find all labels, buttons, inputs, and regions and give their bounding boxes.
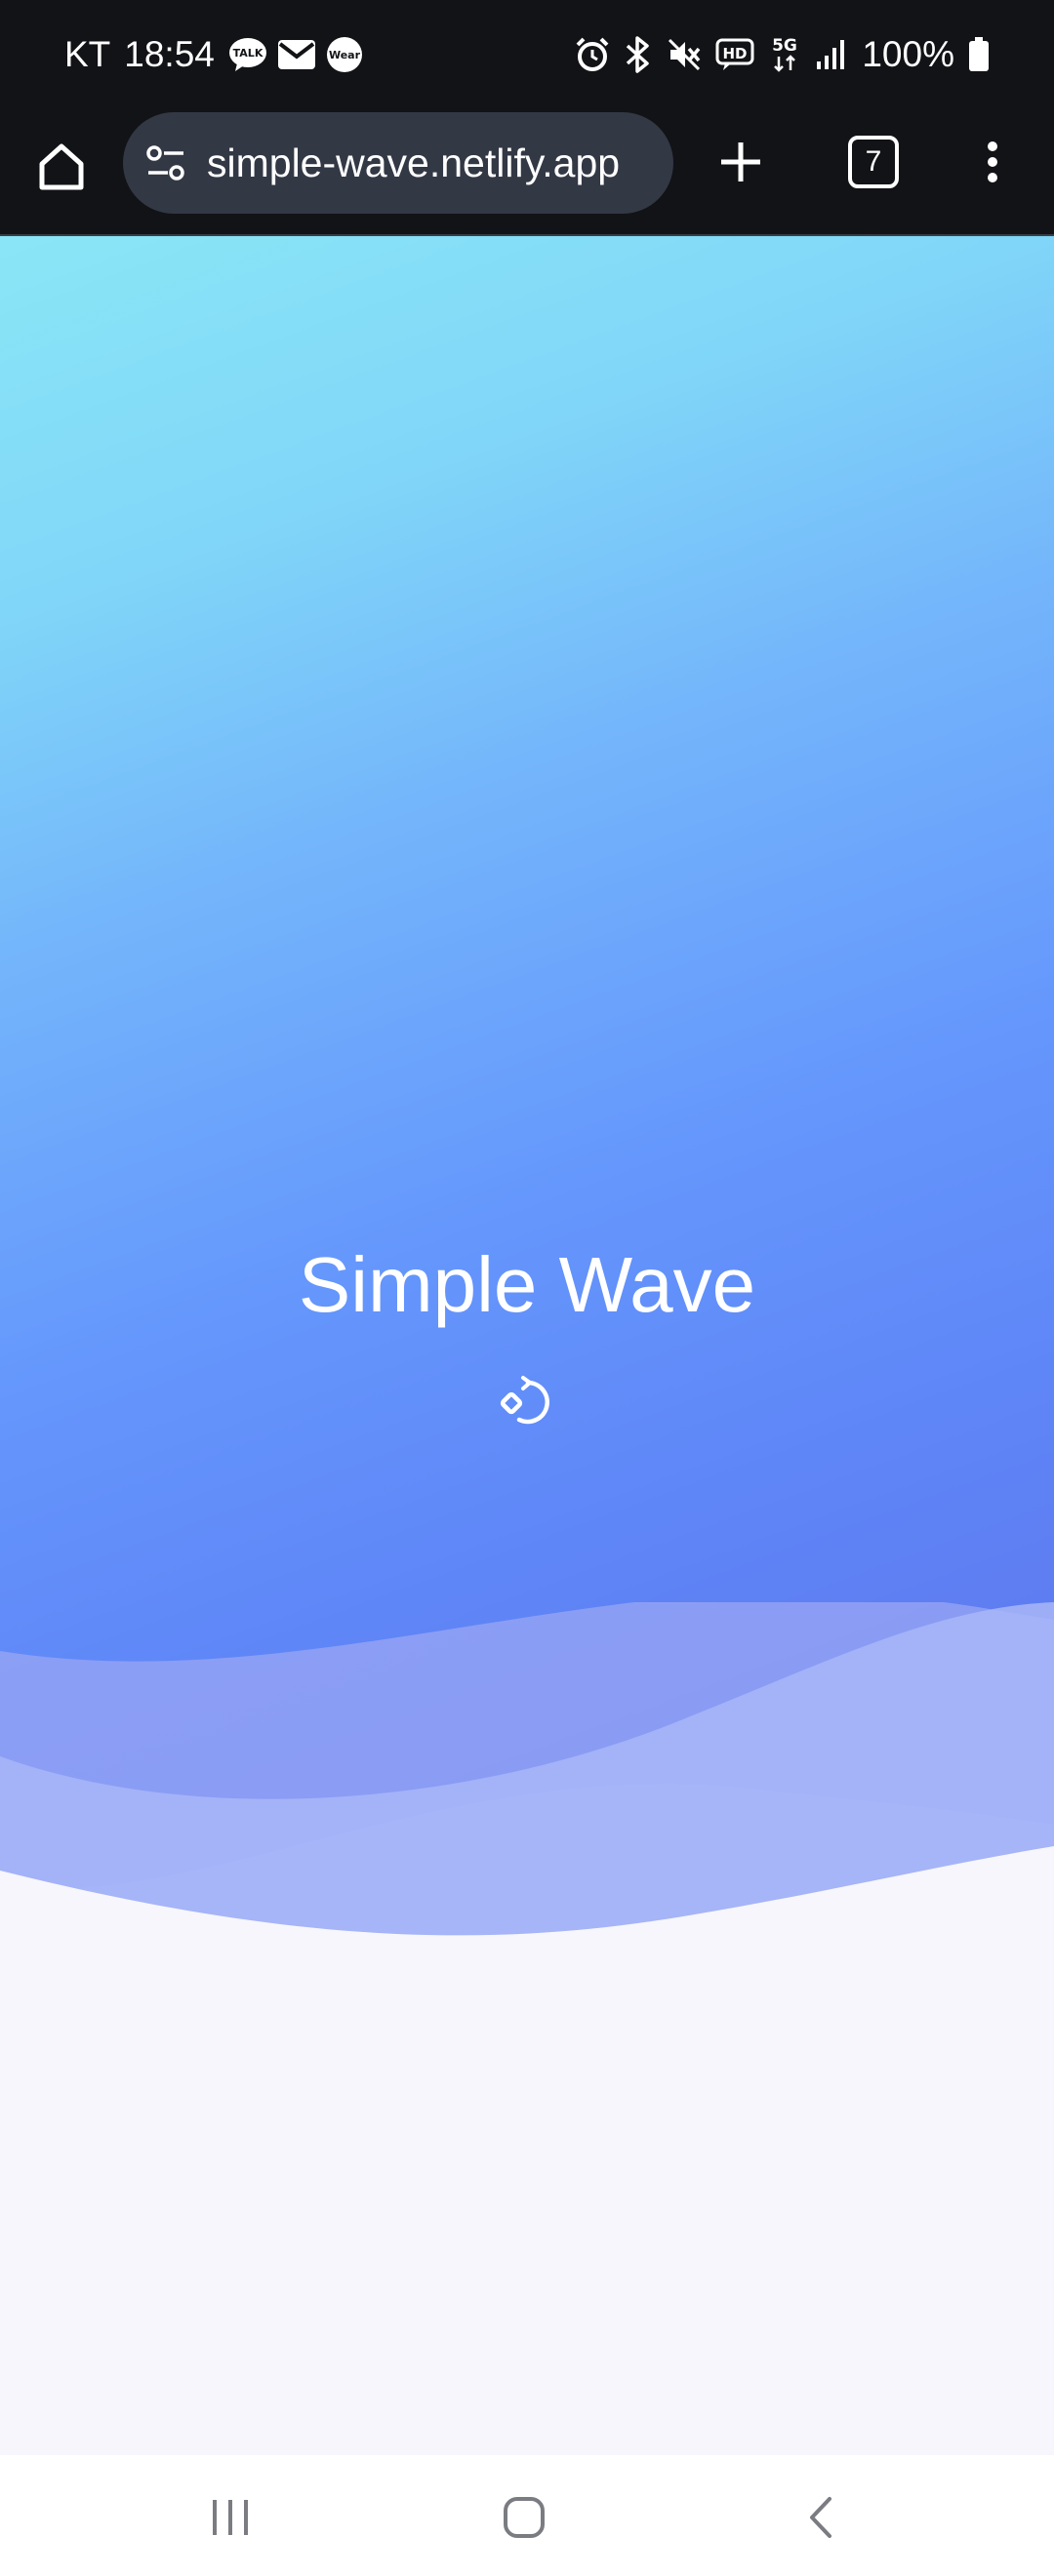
battery-icon xyxy=(969,37,989,71)
mail-icon xyxy=(277,40,315,69)
home-button[interactable] xyxy=(29,134,94,198)
signal-icon xyxy=(817,40,845,69)
wear-icon: Wear xyxy=(326,37,362,72)
mute-icon xyxy=(669,38,701,71)
tab-switcher-button[interactable]: 7 xyxy=(841,130,906,194)
recent-apps-button[interactable] xyxy=(191,2478,269,2556)
svg-text:Wear: Wear xyxy=(329,49,361,61)
home-icon xyxy=(39,143,84,190)
home-nav-button[interactable] xyxy=(485,2478,563,2556)
home-nav-icon xyxy=(504,2497,545,2538)
more-vert-icon xyxy=(988,141,997,182)
alarm-icon xyxy=(576,37,609,71)
page-title: Simple Wave xyxy=(298,1241,756,1328)
more-menu-button[interactable] xyxy=(960,130,1025,194)
plus-icon xyxy=(721,142,760,181)
svg-text:HD: HD xyxy=(723,45,748,62)
svg-text:5G: 5G xyxy=(772,36,797,56)
carrier-label: KT xyxy=(64,34,111,74)
5g-icon: 5G xyxy=(772,36,797,72)
web-content: Simple Wave xyxy=(0,236,1054,2455)
bluetooth-icon xyxy=(627,36,650,73)
status-right: HD 5G 100% xyxy=(561,29,990,80)
back-button[interactable] xyxy=(781,2478,859,2556)
wave-layers xyxy=(0,1602,1054,2188)
back-icon xyxy=(810,2497,831,2538)
notification-icons: TALK Wear xyxy=(228,36,373,73)
site-settings-icon[interactable] xyxy=(144,141,187,184)
rotate-button[interactable] xyxy=(493,1368,561,1436)
tab-count: 7 xyxy=(848,136,899,188)
battery-percent: 100% xyxy=(862,34,954,74)
status-bar: KT 18:54 TALK Wear HD 5G 100% xyxy=(0,0,1054,110)
svg-text:TALK: TALK xyxy=(233,47,264,60)
browser-toolbar: simple-wave.netlify.app 7 xyxy=(0,110,1054,236)
url-text[interactable]: simple-wave.netlify.app xyxy=(207,112,620,214)
rotate-icon xyxy=(500,1376,549,1425)
new-tab-button[interactable] xyxy=(709,130,773,194)
navigation-bar xyxy=(0,2455,1054,2576)
recents-icon xyxy=(213,2500,248,2535)
clock: 18:54 xyxy=(124,34,215,74)
status-left: KT 18:54 TALK Wear xyxy=(64,29,373,80)
address-bar[interactable]: simple-wave.netlify.app xyxy=(123,112,673,214)
talk-icon: TALK xyxy=(228,38,266,71)
hd-icon: HD xyxy=(715,38,754,70)
